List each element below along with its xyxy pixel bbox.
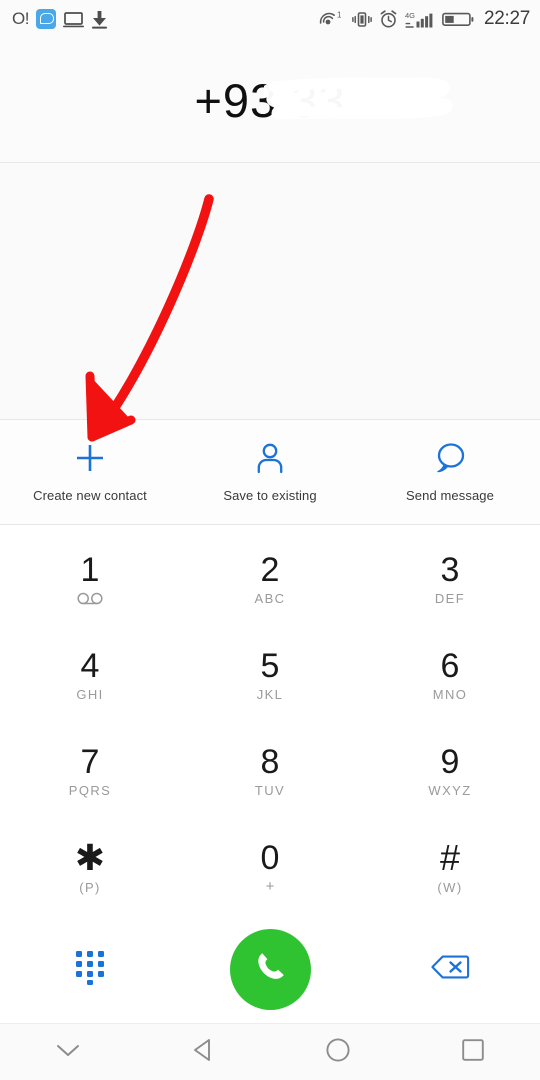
chat-app-icon <box>35 9 56 29</box>
carrier-label: O! <box>12 9 29 28</box>
key-2-letters: ABC <box>254 590 286 606</box>
key-7-letters: PQRS <box>68 782 112 798</box>
system-navigation-bar <box>0 1023 540 1080</box>
dialpad-row: ✱ (P) 0 + # (W) <box>0 819 540 915</box>
svg-text:1: 1 <box>337 10 342 19</box>
key-9-digit: 9 <box>440 742 460 781</box>
create-new-contact-button[interactable]: Create new contact <box>0 420 180 524</box>
phone-handset-icon <box>249 946 291 993</box>
quick-actions-row: Create new contact Save to existing Send… <box>0 420 540 525</box>
key-7-digit: 7 <box>80 742 100 781</box>
nav-back-button[interactable] <box>135 1037 270 1068</box>
save-to-existing-label: Save to existing <box>223 488 317 503</box>
key-8[interactable]: 8 TUV <box>180 723 360 819</box>
status-bar-left: O! <box>12 9 108 29</box>
key-5-letters: JKL <box>256 686 284 702</box>
hotspot-icon: 1 <box>319 10 345 29</box>
recents-square-icon <box>461 1038 485 1067</box>
plus-icon <box>73 441 107 475</box>
key-hash[interactable]: # (W) <box>360 819 540 915</box>
key-star-digit: ✱ <box>74 836 106 878</box>
key-0-sub: + <box>265 877 275 895</box>
key-4-letters: GHI <box>76 686 104 702</box>
dialed-number-display[interactable]: +93 33 <box>0 38 540 163</box>
hide-dialpad-button[interactable] <box>0 948 180 991</box>
backspace-button[interactable] <box>360 953 540 986</box>
key-0[interactable]: 0 + <box>180 819 360 915</box>
battery-icon <box>442 11 474 28</box>
status-bar-clock: 22:27 <box>483 8 530 29</box>
dialpad-dots-icon <box>73 948 107 991</box>
key-7[interactable]: 7 PQRS <box>0 723 180 819</box>
dialpad-row: 7 PQRS 8 TUV 9 WXYZ <box>0 723 540 819</box>
key-2-digit: 2 <box>260 550 280 589</box>
key-5[interactable]: 5 JKL <box>180 627 360 723</box>
save-to-existing-button[interactable]: Save to existing <box>180 420 360 524</box>
key-3-digit: 3 <box>440 550 460 589</box>
key-star-sub: (P) <box>79 879 101 895</box>
hide-keyboard-button[interactable] <box>0 1042 135 1063</box>
key-6-digit: 6 <box>440 646 460 685</box>
key-4[interactable]: 4 GHI <box>0 627 180 723</box>
key-0-digit: 0 <box>260 838 280 877</box>
key-6-letters: MNO <box>432 686 468 702</box>
create-new-contact-label: Create new contact <box>33 488 147 503</box>
dialer-screen: O! 1 4G 22:27 +93 33 Create new contact … <box>0 0 540 1080</box>
nav-recents-button[interactable] <box>405 1038 540 1067</box>
status-bar: O! 1 4G 22:27 <box>0 0 540 38</box>
key-8-digit: 8 <box>260 742 280 781</box>
download-icon <box>91 10 108 29</box>
vibrate-icon <box>352 10 372 29</box>
key-8-letters: TUV <box>254 782 286 798</box>
signal-4g-icon: 4G <box>405 10 435 29</box>
home-circle-icon <box>325 1037 351 1068</box>
contact-suggestion-area <box>0 163 540 420</box>
key-2[interactable]: 2 ABC <box>180 531 360 627</box>
send-message-label: Send message <box>406 488 494 503</box>
svg-text:4G: 4G <box>405 11 415 20</box>
key-6[interactable]: 6 MNO <box>360 627 540 723</box>
dialpad-row: 1 2 ABC 3 DEF <box>0 531 540 627</box>
send-message-button[interactable]: Send message <box>360 420 540 524</box>
dialpad-keys: 1 2 ABC 3 DEF 4 GHI 5 JKL 6 MNO 7 PQRS 8… <box>0 525 540 915</box>
key-4-digit: 4 <box>80 646 100 685</box>
monitor-icon <box>62 11 84 28</box>
key-3-letters: DEF <box>434 590 466 606</box>
key-3[interactable]: 3 DEF <box>360 531 540 627</box>
key-hash-digit: # <box>439 836 461 878</box>
call-button[interactable] <box>229 928 311 1010</box>
nav-home-button[interactable] <box>270 1037 405 1068</box>
key-hash-sub: (W) <box>437 879 463 895</box>
call-button-cell <box>180 928 360 1010</box>
voicemail-icon <box>75 591 105 606</box>
alarm-icon <box>379 9 398 29</box>
key-1-digit: 1 <box>80 550 100 589</box>
key-star[interactable]: ✱ (P) <box>0 819 180 915</box>
person-icon <box>255 441 285 475</box>
speech-bubble-icon <box>433 441 467 475</box>
dialpad-row: 4 GHI 5 JKL 6 MNO <box>0 627 540 723</box>
dialer-bottom-bar <box>0 915 540 1023</box>
back-triangle-icon <box>191 1037 215 1068</box>
key-1[interactable]: 1 <box>0 531 180 627</box>
dialed-number-text: +93 33 <box>194 73 346 127</box>
key-9[interactable]: 9 WXYZ <box>360 723 540 819</box>
status-bar-right: 1 4G 22:27 <box>319 8 530 30</box>
key-5-digit: 5 <box>260 646 280 685</box>
chevron-down-icon <box>55 1042 81 1063</box>
backspace-delete-icon <box>430 953 470 986</box>
key-9-letters: WXYZ <box>428 782 472 798</box>
